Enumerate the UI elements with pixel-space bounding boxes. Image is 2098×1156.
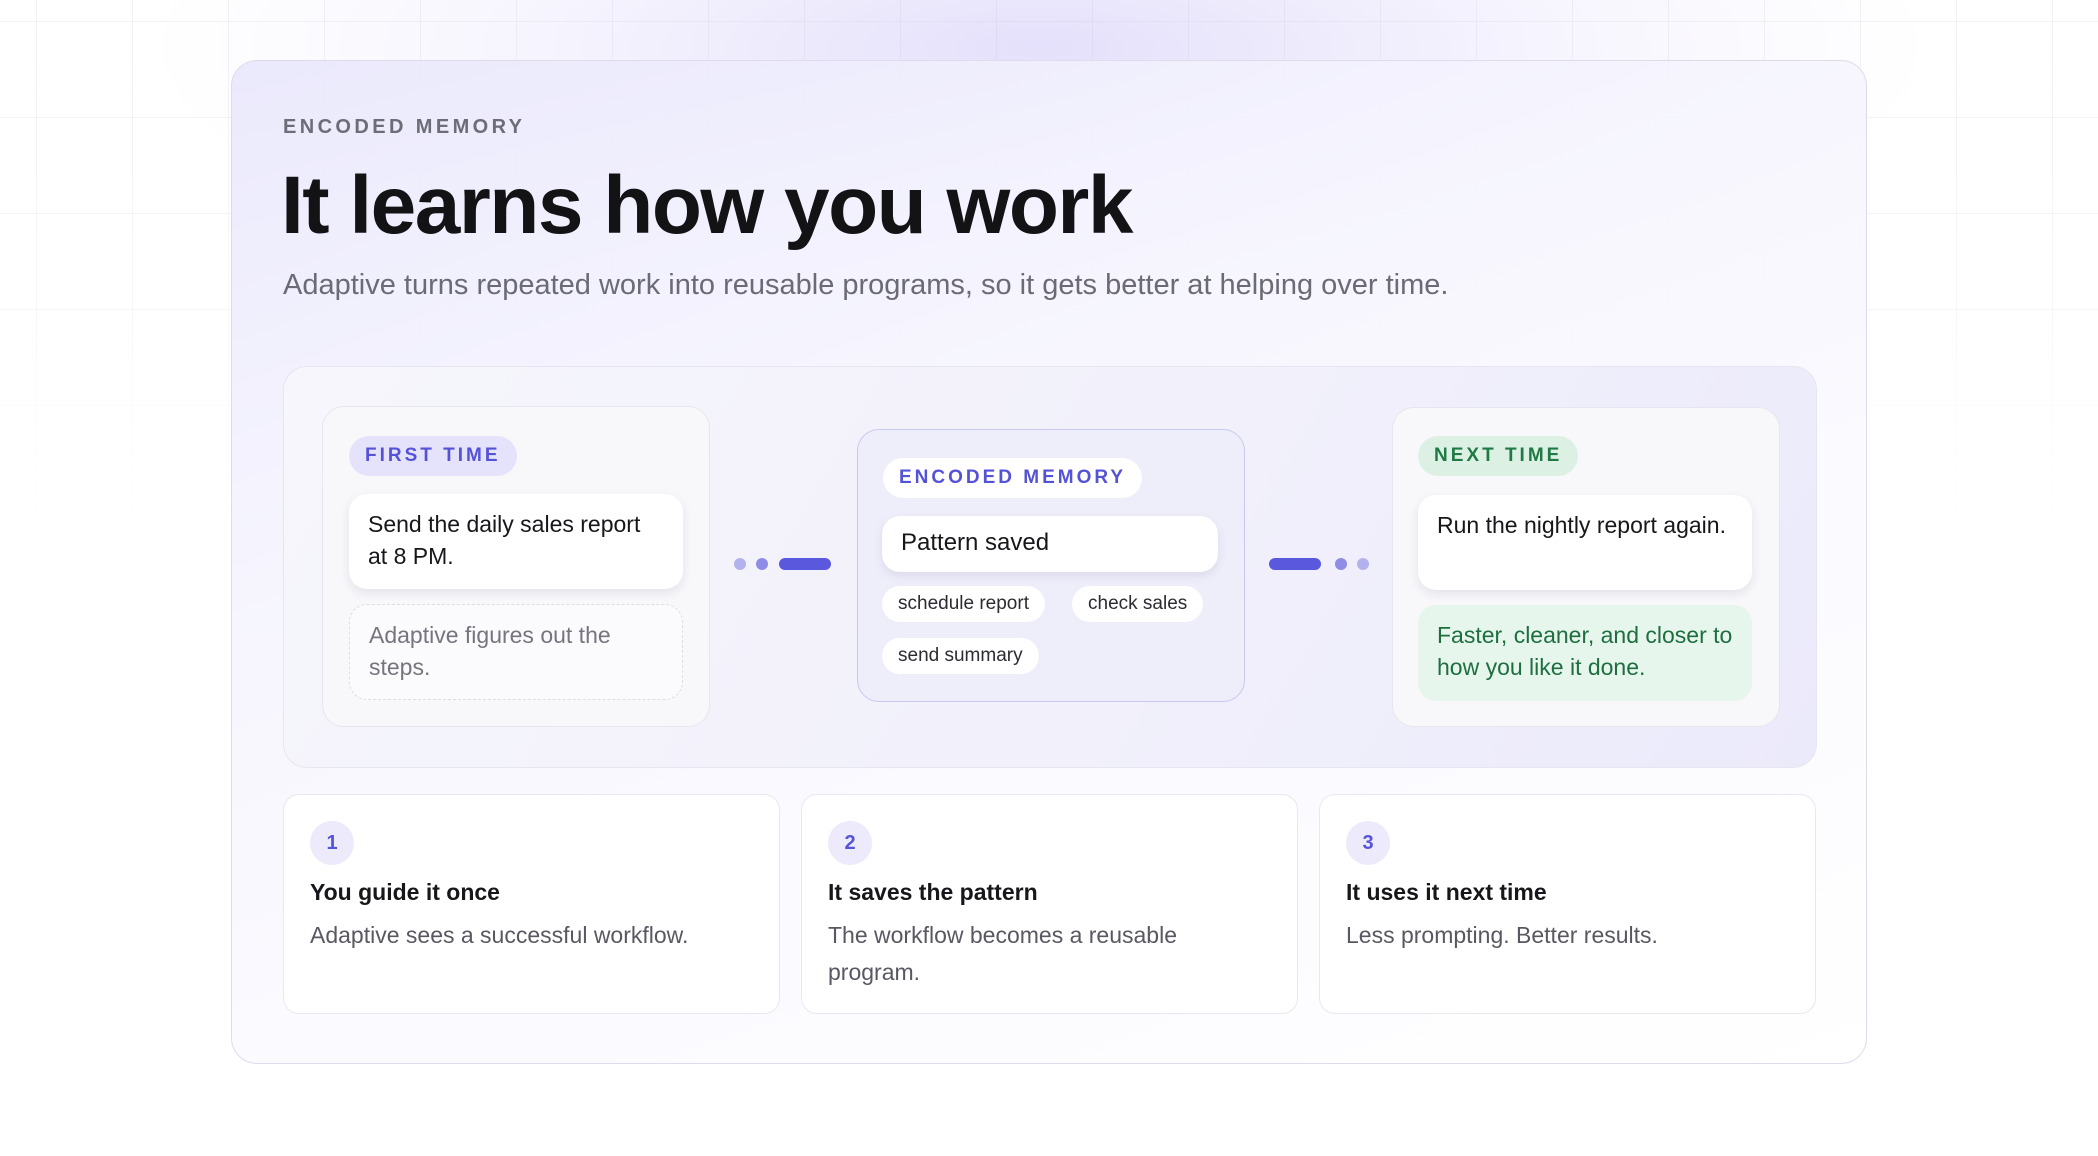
- next-time-label: NEXT TIME: [1418, 436, 1579, 476]
- page-subtitle: Adaptive turns repeated work into reusab…: [283, 269, 1449, 301]
- step-title: You guide it once: [310, 879, 500, 905]
- next-time-panel: NEXT TIME Run the nightly report again. …: [1392, 407, 1780, 727]
- next-time-note: Faster, cleaner, and closer to how you l…: [1418, 605, 1752, 701]
- step-number-badge: 2: [828, 821, 872, 865]
- memory-tag: check sales: [1072, 586, 1204, 622]
- step-description: Less prompting. Better results.: [1346, 922, 1658, 948]
- memory-tag: schedule report: [882, 586, 1045, 622]
- step-number-badge: 3: [1346, 821, 1390, 865]
- memory-tag: send summary: [882, 638, 1039, 674]
- memory-flow-diagram: FIRST TIME Send the daily sales report a…: [283, 366, 1817, 768]
- connector-bar: [779, 558, 831, 570]
- step-description: Adaptive sees a successful workflow.: [310, 922, 689, 948]
- feature-card: ENCODED MEMORY It learns how you work Ad…: [231, 60, 1867, 1064]
- connector-dot: [756, 558, 768, 570]
- step-number-badge: 1: [310, 821, 354, 865]
- step-card: 3 It uses it next time Less prompting. B…: [1319, 794, 1816, 1014]
- encoded-memory-label: ENCODED MEMORY: [883, 458, 1143, 498]
- first-time-note: Adaptive figures out the steps.: [349, 604, 683, 700]
- first-time-message: Send the daily sales report at 8 PM.: [349, 494, 683, 589]
- step-title: It uses it next time: [1346, 879, 1547, 905]
- step-description: The workflow becomes a reusable program.: [828, 922, 1177, 985]
- connector-dot: [1335, 558, 1347, 570]
- first-time-label: FIRST TIME: [349, 436, 517, 476]
- step-card: 2 It saves the pattern The workflow beco…: [801, 794, 1298, 1014]
- first-time-panel: FIRST TIME Send the daily sales report a…: [322, 406, 710, 727]
- pattern-saved-message: Pattern saved: [882, 516, 1218, 572]
- step-card: 1 You guide it once Adaptive sees a succ…: [283, 794, 780, 1014]
- page-title: It learns how you work: [281, 160, 1133, 251]
- connector-dot: [734, 558, 746, 570]
- next-time-message: Run the nightly report again.: [1418, 495, 1752, 590]
- step-title: It saves the pattern: [828, 879, 1038, 905]
- section-eyebrow: ENCODED MEMORY: [283, 116, 526, 138]
- encoded-memory-panel: ENCODED MEMORY Pattern saved schedule re…: [857, 429, 1245, 702]
- flow-connector-right: [1269, 557, 1369, 571]
- flow-connector-left: [734, 557, 834, 571]
- connector-dot: [1357, 558, 1369, 570]
- connector-bar: [1269, 558, 1321, 570]
